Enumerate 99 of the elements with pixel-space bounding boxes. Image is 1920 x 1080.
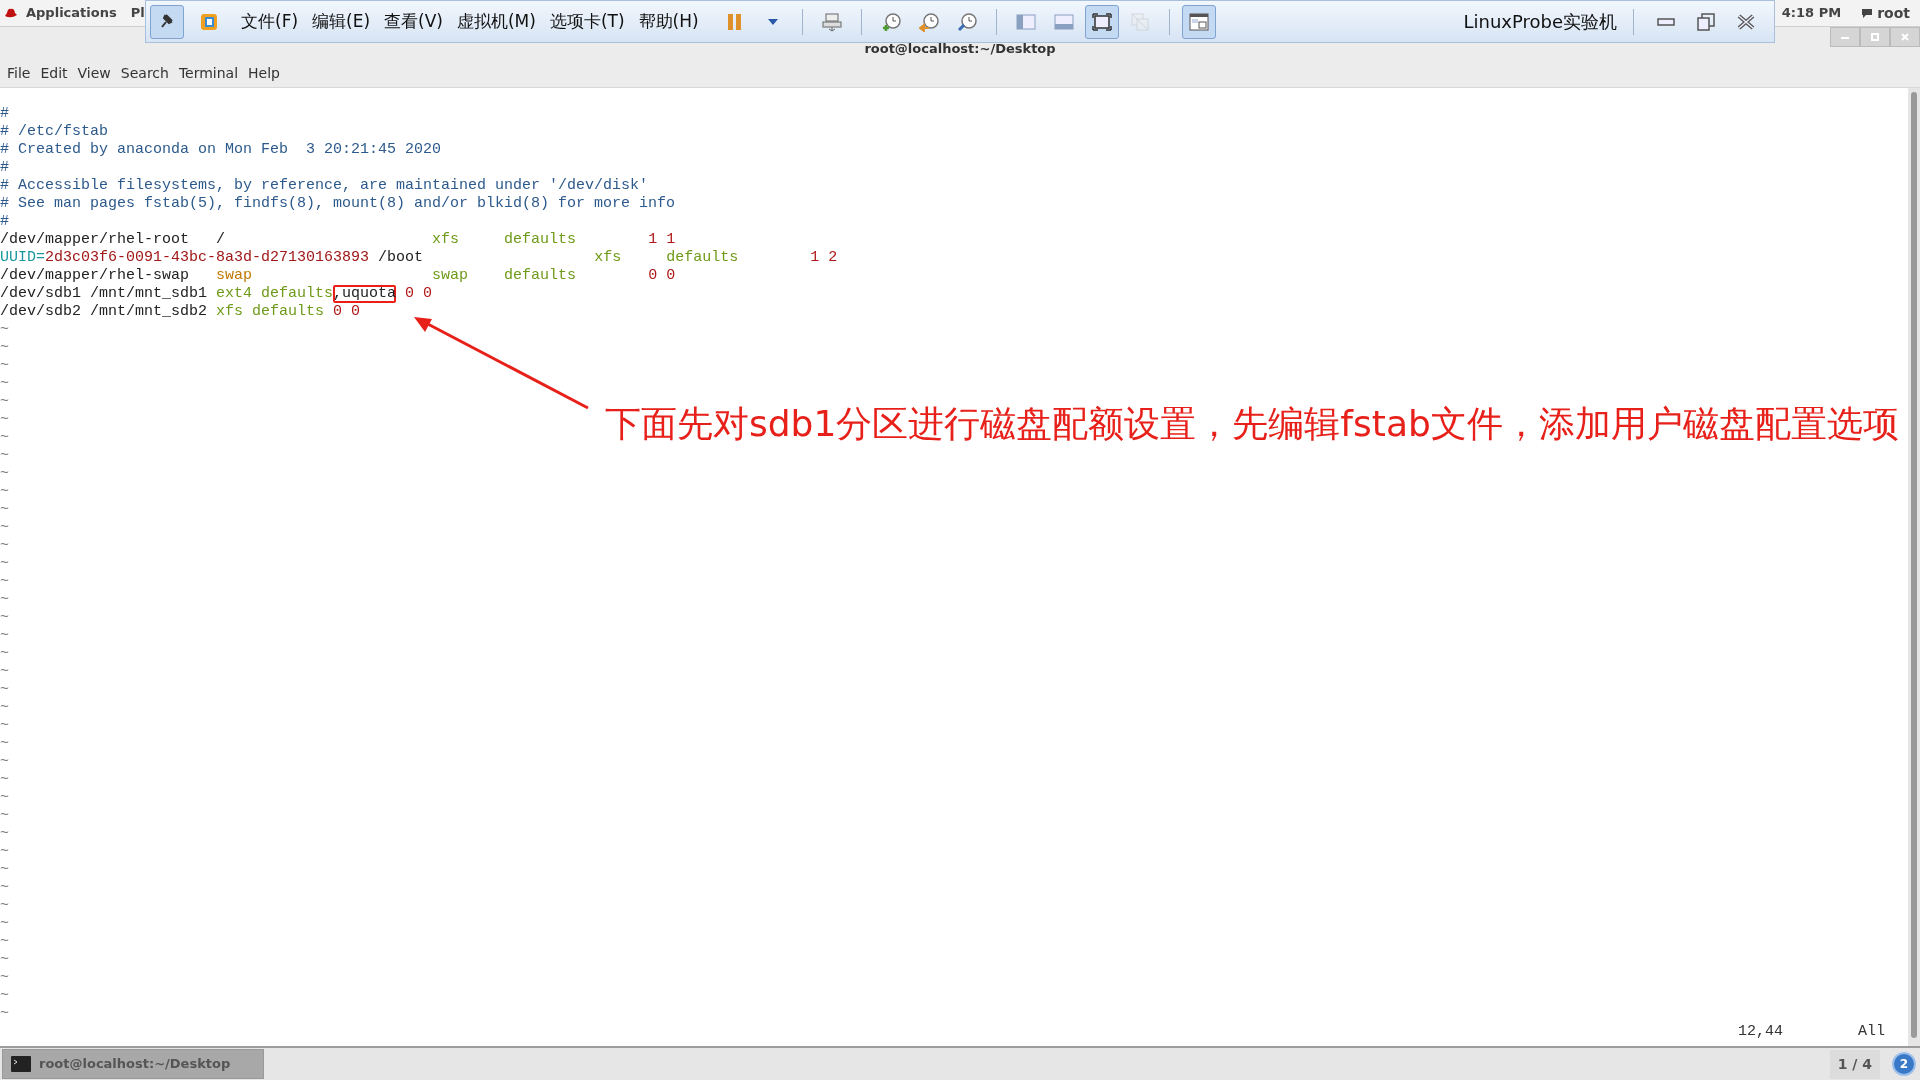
- minimize-button[interactable]: [1830, 27, 1860, 47]
- empty-line-marker: ~: [0, 771, 9, 788]
- empty-line-marker: ~: [0, 1005, 9, 1022]
- empty-line-marker: ~: [0, 897, 9, 914]
- menu-item[interactable]: 选项卡(T): [542, 8, 632, 35]
- menu-item[interactable]: Terminal: [173, 61, 244, 86]
- code-line: /dev/mapper/rhel-root / xfs defaults 1 1: [0, 231, 676, 249]
- sidebar-icon: [1015, 11, 1036, 32]
- fullscreen-button[interactable]: [1084, 4, 1119, 39]
- empty-line-marker: ~: [0, 987, 9, 1004]
- empty-line-marker: ~: [0, 645, 9, 662]
- maximize-button[interactable]: [1860, 27, 1890, 47]
- empty-line-marker: ~: [0, 375, 9, 392]
- places-menu[interactable]: Pl: [130, 3, 145, 23]
- empty-line-marker: ~: [0, 429, 9, 446]
- empty-line-marker: ~: [0, 699, 9, 716]
- overlap-windows-icon: [1129, 11, 1150, 32]
- menu-item[interactable]: Search: [115, 61, 174, 86]
- empty-line-marker: ~: [0, 807, 9, 824]
- clock-plus-icon: [880, 11, 901, 32]
- close-icon: [1901, 33, 1909, 41]
- code-line: #: [0, 159, 9, 177]
- vm-title: LinuxProbe实验机: [1463, 10, 1617, 34]
- network-icon: [821, 11, 842, 32]
- code-line: #: [0, 105, 9, 123]
- applications-menu[interactable]: Applications: [26, 3, 117, 23]
- workspace-indicator[interactable]: 1 / 4: [1829, 1049, 1880, 1079]
- code-line: # Created by anaconda on Mon Feb 3 20:21:45 2020: [0, 141, 442, 159]
- empty-line-marker: ~: [0, 357, 9, 374]
- empty-line-marker: ~: [0, 393, 9, 410]
- minimize-icon: [1657, 17, 1675, 26]
- code-line: /dev/sdb2 /mnt/mnt_sdb2 xfs defaults 0 0: [0, 303, 361, 321]
- panel-icon: [1053, 11, 1074, 32]
- menu-item[interactable]: 查看(V): [377, 8, 450, 35]
- empty-line-marker: ~: [0, 537, 9, 554]
- empty-line-marker: ~: [0, 681, 9, 698]
- code-line: # Accessible filesystems, by reference, are maintained under '/dev/disk': [0, 177, 649, 195]
- code-line: UUID=2d3c03f6-0091-43bc-8a3d-d27130163893 /boot xfs defaults 1 2: [0, 249, 838, 267]
- clock-arrow-icon: [918, 11, 939, 32]
- close-icon: [1737, 13, 1755, 30]
- empty-line-marker: ~: [0, 321, 9, 338]
- empty-line-marker: ~: [0, 483, 9, 500]
- console-button[interactable]: [1181, 4, 1216, 39]
- empty-line-marker: ~: [0, 591, 9, 608]
- menu-item[interactable]: Help: [243, 61, 285, 86]
- code-line: # /etc/fstab: [0, 123, 109, 141]
- menu-item[interactable]: 文件(F): [234, 8, 306, 35]
- menu-item[interactable]: File: [2, 61, 36, 86]
- code-line: # See man pages fstab(5), findfs(8), mount(8) and/or blkid(8) for more info: [0, 195, 676, 213]
- empty-line-marker: ~: [0, 753, 9, 770]
- scroll-indicator: All: [1858, 1023, 1886, 1041]
- empty-line-marker: ~: [0, 861, 9, 878]
- cursor-position: 12,44: [1738, 1023, 1784, 1041]
- pin-button[interactable]: [150, 4, 184, 39]
- empty-line-marker: ~: [0, 465, 9, 482]
- empty-line-marker: ~: [0, 969, 9, 986]
- empty-line-marker: ~: [0, 915, 9, 932]
- empty-line-marker: ~: [0, 555, 9, 572]
- hat-icon: [4, 7, 18, 19]
- empty-line-marker: ~: [0, 717, 9, 734]
- empty-line-marker: ~: [0, 825, 9, 842]
- empty-line-marker: ~: [0, 573, 9, 590]
- menu-item[interactable]: 虚拟机(M): [449, 8, 543, 35]
- menu-item[interactable]: 编辑(E): [305, 8, 378, 35]
- empty-line-marker: ~: [0, 933, 9, 950]
- menu-item[interactable]: View: [72, 61, 116, 86]
- empty-line-marker: ~: [0, 609, 9, 626]
- minimize-icon: [1841, 35, 1849, 39]
- caret-icon: [767, 18, 778, 25]
- empty-line-marker: ~: [0, 411, 9, 428]
- chat-icon: [1861, 7, 1874, 19]
- window-icon: [1188, 11, 1209, 32]
- annotation-text: 下面先对sdb1分区进行磁盘配额设置，先编辑fstab文件，添加用户磁盘配置选项: [605, 402, 1899, 446]
- vm-logo-icon: [199, 11, 219, 32]
- empty-line-marker: ~: [0, 843, 9, 860]
- notification-badge[interactable]: 2: [1892, 1052, 1916, 1076]
- empty-line-marker: ~: [0, 501, 9, 518]
- empty-line-marker: ~: [0, 339, 9, 356]
- menu-item[interactable]: 帮助(H): [631, 8, 706, 35]
- user-menu[interactable]: root: [1861, 2, 1910, 24]
- empty-line-marker: ~: [0, 663, 9, 680]
- scrollbar[interactable]: [1908, 88, 1920, 1046]
- code-line: #: [0, 213, 9, 231]
- empty-line-marker: ~: [0, 789, 9, 806]
- empty-line-marker: ~: [0, 879, 9, 896]
- code-line: /dev/mapper/rhel-swap swap swap defaults 0 0: [0, 267, 676, 285]
- empty-line-marker: ~: [0, 447, 9, 464]
- empty-line-marker: ~: [0, 951, 9, 968]
- empty-line-marker: ~: [0, 519, 9, 536]
- clock[interactable]: 4:18 PM: [1781, 3, 1842, 23]
- menu-item[interactable]: Edit: [35, 61, 73, 86]
- maximize-icon: [1871, 33, 1879, 41]
- fullscreen-icon: [1091, 11, 1112, 32]
- terminal-icon: [11, 1056, 31, 1072]
- clock-wrench-icon: [956, 11, 977, 32]
- empty-line-marker: ~: [0, 735, 9, 752]
- restore-icon: [1697, 12, 1715, 31]
- empty-line-marker: ~: [0, 627, 9, 644]
- window-title: root@localhost:~/Desktop: [864, 39, 1056, 58]
